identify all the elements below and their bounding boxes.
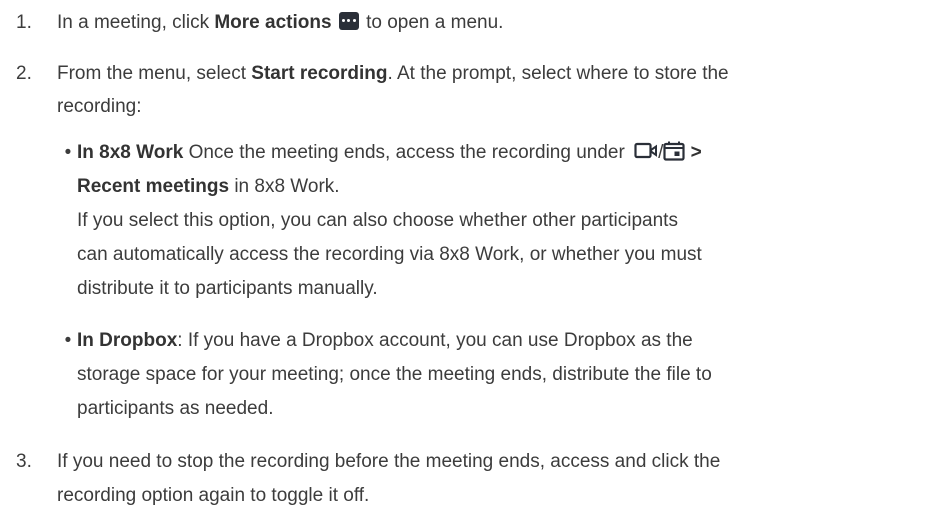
step-text-line: recording option again to toggle it off. — [57, 485, 370, 506]
step-text-line: If you need to stop the recording before… — [57, 451, 721, 472]
step-text: to open a menu. — [360, 12, 504, 33]
video-camera-icon — [634, 142, 658, 159]
calendar-icon — [663, 141, 685, 161]
step-number: 2. — [16, 63, 32, 84]
step-text-line: From the menu, select Start recording. A… — [57, 63, 729, 85]
step-text: In a meeting, click — [57, 12, 215, 33]
option-paragraph-line: can automatically access the recording v… — [77, 244, 702, 265]
option-label: In Dropbox — [77, 330, 178, 351]
step-text-line: recording: — [57, 96, 142, 117]
step-number: 3. — [16, 451, 32, 472]
option-dropbox-line: storage space for your meeting; once the… — [77, 364, 712, 385]
recent-meetings-label: Recent meetings — [77, 176, 230, 197]
option-text: in 8x8 Work. — [229, 176, 340, 197]
option-dropbox-line: In Dropbox: If you have a Dropbox accoun… — [77, 330, 693, 352]
start-recording-label: Start recording — [251, 63, 388, 84]
bullet: • — [64, 330, 72, 351]
option-text: : If you have a Dropbox account, you can… — [177, 330, 693, 351]
option-8x8-work-line: Recent meetings in 8x8 Work. — [77, 176, 340, 198]
option-paragraph-line: distribute it to participants manually. — [77, 278, 378, 299]
step-text-line: In a meeting, click More actions to open… — [57, 11, 504, 34]
more-actions-label: More actions — [214, 12, 332, 33]
option-8x8-work-line: In 8x8 Work Once the meeting ends, acces… — [77, 141, 702, 164]
option-dropbox-line: participants as needed. — [77, 398, 274, 419]
option-paragraph-line: If you select this option, you can also … — [77, 210, 678, 231]
option-label: In 8x8 Work — [77, 142, 184, 163]
bullet: • — [64, 142, 72, 163]
step-text: . At the prompt, select where to store t… — [387, 63, 729, 84]
arrow-separator: > — [685, 142, 702, 163]
option-text: Once the meeting ends, access the record… — [183, 142, 631, 163]
instructions-document: 1. In a meeting, click More actions to o… — [0, 0, 949, 531]
more-actions-icon — [338, 11, 359, 30]
step-text: From the menu, select — [57, 63, 252, 84]
step-number: 1. — [16, 12, 32, 33]
